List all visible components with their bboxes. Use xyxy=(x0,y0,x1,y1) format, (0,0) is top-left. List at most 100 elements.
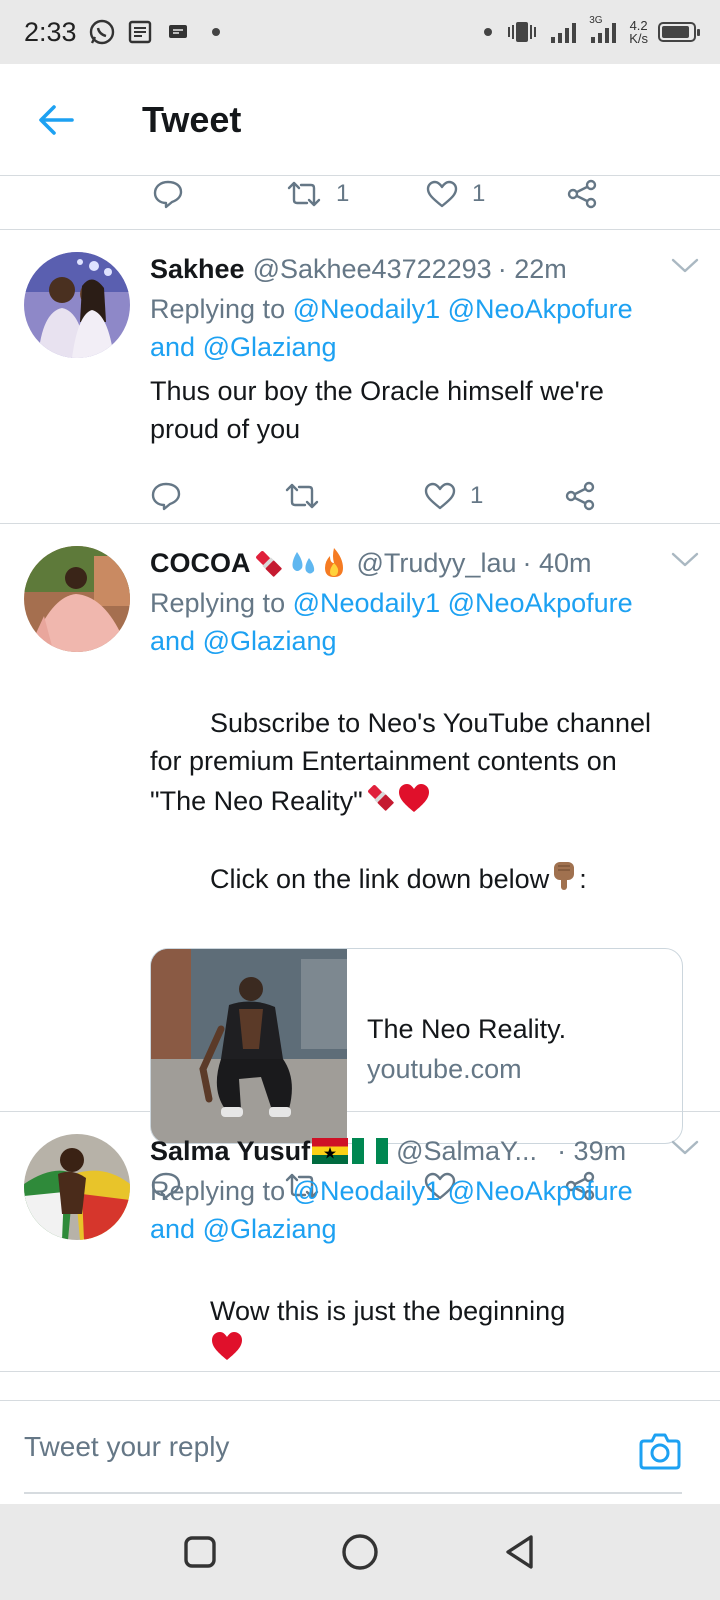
tweet-text: Wow this is just the beginning xyxy=(150,1254,700,1390)
like-button[interactable]: 1 xyxy=(426,180,566,208)
triangle-back-icon xyxy=(506,1535,533,1569)
replying-to: Replying to @Neodaily1 @NeoAkpofure and … xyxy=(150,294,633,362)
avatar[interactable] xyxy=(24,546,130,652)
retweet-button[interactable]: 1 xyxy=(286,180,426,208)
like-count: 1 xyxy=(472,180,486,207)
avatar[interactable] xyxy=(24,1134,130,1240)
reply-feed[interactable]: 1 1 Sakhee @Sakhee43722293 · 22m Replyin… xyxy=(0,176,720,1390)
tweet-actions: 1 1 xyxy=(152,176,598,224)
share-icon xyxy=(567,179,597,209)
replying-to: Replying to @Neodaily1 @NeoAkpofure and … xyxy=(150,588,633,656)
system-nav-bar xyxy=(0,1504,720,1600)
mention-link[interactable]: @Neodaily1 xyxy=(293,1176,441,1206)
replying-to: Replying to @Neodaily1 @NeoAkpofure and … xyxy=(150,1176,633,1244)
mention-and[interactable]: and xyxy=(150,332,195,362)
pointing-down-emoji-icon xyxy=(554,862,575,890)
square-icon xyxy=(184,1536,216,1568)
mention-link[interactable]: @Neodaily1 xyxy=(293,294,441,324)
display-name[interactable]: Sakhee xyxy=(150,254,245,285)
circle-icon xyxy=(342,1534,378,1570)
mention-and[interactable]: and xyxy=(150,1214,195,1244)
battery-icon xyxy=(658,22,700,42)
tweet-actions: 1 xyxy=(150,466,700,526)
avatar-photo xyxy=(24,546,130,652)
reply-icon xyxy=(151,482,181,511)
like-button[interactable]: 1 xyxy=(424,482,564,510)
vibrate-icon xyxy=(508,22,537,42)
whatsapp-icon xyxy=(89,19,114,45)
card-text: The Neo Reality. youtube.com xyxy=(347,949,586,1143)
share-icon xyxy=(565,481,595,511)
reply-icon xyxy=(153,180,183,209)
share-button[interactable] xyxy=(566,179,598,209)
avatar-photo xyxy=(24,252,130,358)
chevron-down-icon[interactable] xyxy=(670,1138,700,1158)
top-app-bar: Tweet xyxy=(0,64,720,176)
mention-link[interactable]: @NeoAkpofure xyxy=(448,1176,633,1206)
card-thumbnail xyxy=(151,949,347,1143)
partial-tweet: 1 1 xyxy=(0,176,720,230)
display-name[interactable]: COCOA xyxy=(150,548,251,579)
home-button[interactable] xyxy=(330,1522,390,1582)
tweet-time: · 22m xyxy=(497,253,567,284)
tweet-item[interactable]: Sakhee @Sakhee43722293 · 22m Replying to… xyxy=(0,230,720,524)
back-nav-button[interactable] xyxy=(490,1522,550,1582)
retweet-icon xyxy=(287,181,321,207)
card-title: The Neo Reality. xyxy=(367,1014,567,1044)
mention-link[interactable]: @Glaziang xyxy=(203,1214,337,1244)
page-title: Tweet xyxy=(142,98,242,140)
reply-composer xyxy=(0,1400,720,1494)
retweet-icon xyxy=(285,483,319,509)
signal-icon xyxy=(551,23,577,43)
news-icon xyxy=(128,20,151,44)
tweet-text: Subscribe to Neo's YouTube channel for p… xyxy=(150,708,659,894)
retweet-button[interactable] xyxy=(284,482,424,510)
mention-link[interactable]: @NeoAkpofure xyxy=(448,588,633,618)
back-button[interactable] xyxy=(24,88,88,152)
net-speed: 4.2 K/s xyxy=(629,18,648,46)
mention-and[interactable]: and xyxy=(150,626,195,656)
card-photo xyxy=(151,949,347,1143)
tweet-body: Sakhee @Sakhee43722293 · 22m Replying to… xyxy=(150,252,700,523)
mention-link[interactable]: @Glaziang xyxy=(203,332,337,362)
tweet-header: Salma Yusuf @SalmaY... · 39m xyxy=(150,1134,700,1168)
tweet-text: Thus our boy the Oracle himself we're pr… xyxy=(150,376,612,444)
status-bar: 2:33 3G 4.2 K/s xyxy=(0,0,720,64)
tweet-time: · 40m xyxy=(522,547,592,578)
link-preview-card[interactable]: The Neo Reality. youtube.com xyxy=(150,948,683,1144)
mention-link[interactable]: @Neodaily1 xyxy=(293,588,441,618)
sweat-droplets-emoji-icon xyxy=(292,552,314,574)
card-domain: youtube.com xyxy=(367,1054,522,1084)
message-icon xyxy=(168,25,187,38)
chevron-down-icon[interactable] xyxy=(670,256,700,276)
back-arrow-icon xyxy=(39,104,74,135)
lipstick-emoji-icon xyxy=(367,785,394,811)
notification-dot-icon xyxy=(211,28,220,36)
retweet-count: 1 xyxy=(336,180,350,207)
mention-link[interactable]: @NeoAkpofure xyxy=(448,294,633,324)
user-handle[interactable]: @SalmaY... xyxy=(396,1136,537,1167)
tweet-item[interactable]: Salma Yusuf @SalmaY... · 39m Replying to… xyxy=(0,1112,720,1372)
divider xyxy=(24,1492,682,1494)
camera-icon[interactable] xyxy=(638,1431,682,1471)
like-count: 1 xyxy=(470,482,484,509)
tweet-header: Sakhee @Sakhee43722293 · 22m xyxy=(150,252,700,286)
mention-link[interactable]: @Glaziang xyxy=(203,626,337,656)
dot-icon xyxy=(484,28,493,36)
tweet-item[interactable]: COCOA @Trudyy_lau · 40m Replying to @Neo… xyxy=(0,524,720,1201)
display-name[interactable]: Salma Yusuf xyxy=(150,1136,310,1167)
share-button[interactable] xyxy=(564,481,596,511)
recents-button[interactable] xyxy=(170,1522,230,1582)
tweet-body: Salma Yusuf @SalmaY... · 39m Replying to… xyxy=(150,1134,700,1371)
reply-button[interactable] xyxy=(150,481,284,511)
chevron-down-icon[interactable] xyxy=(670,550,700,570)
user-handle[interactable]: @Trudyy_lau xyxy=(357,548,517,579)
signal-3g-icon: 3G xyxy=(589,15,619,45)
reply-button[interactable] xyxy=(152,179,286,209)
tweet-body: COCOA @Trudyy_lau · 40m Replying to @Neo… xyxy=(150,546,700,1201)
user-handle[interactable]: @Sakhee43722293 xyxy=(253,254,492,285)
nigeria-flag-icon xyxy=(352,1138,389,1164)
avatar[interactable] xyxy=(24,252,130,358)
reply-input[interactable] xyxy=(24,1401,584,1493)
heart-icon xyxy=(426,180,458,208)
